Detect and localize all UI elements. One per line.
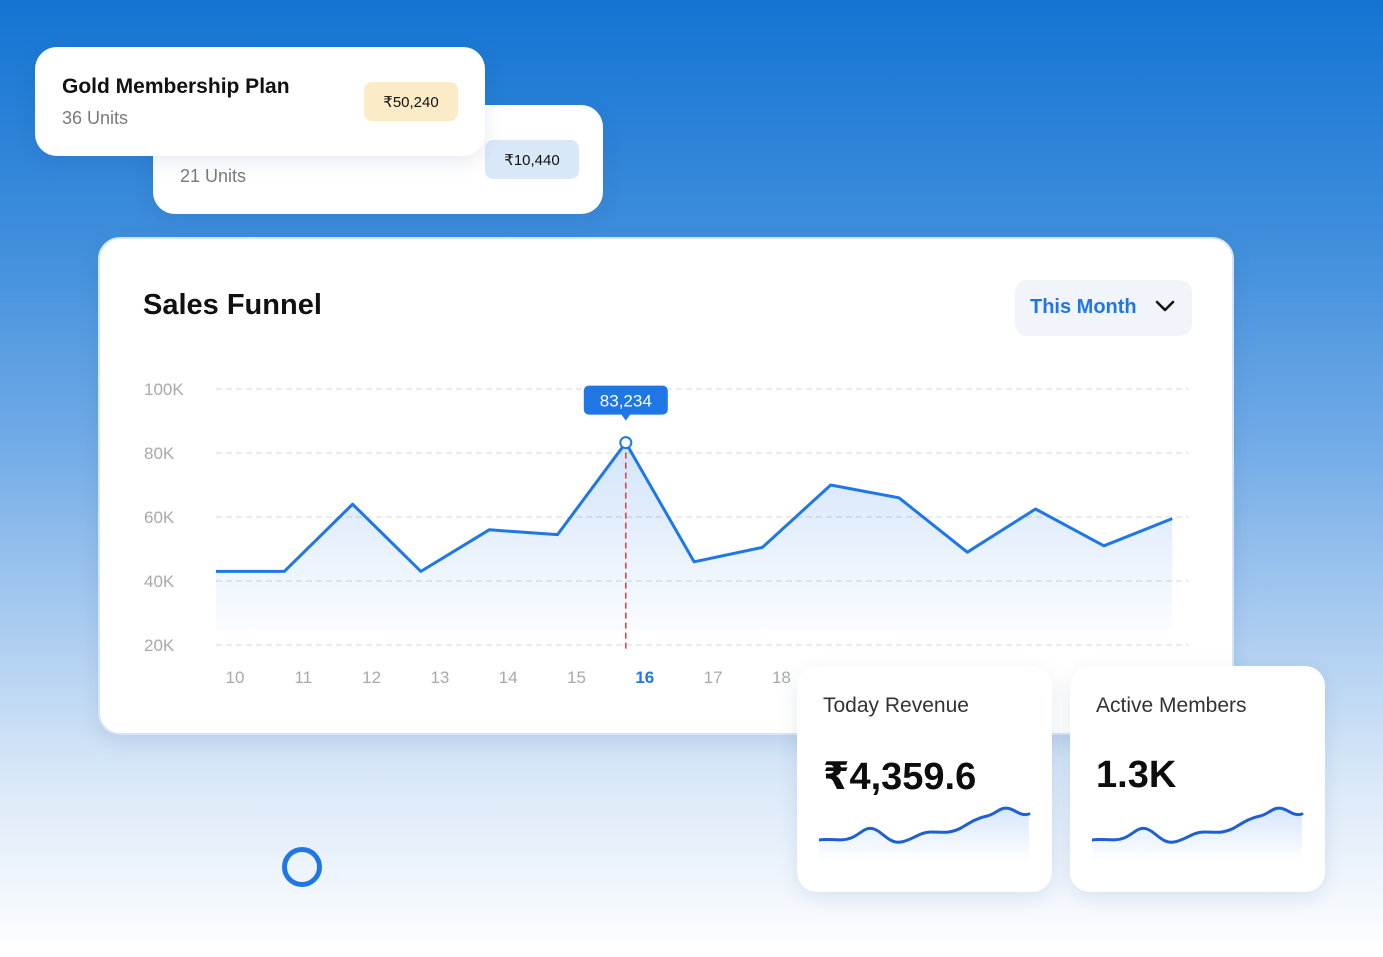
plan-price-badge: ₹10,440 [485, 140, 579, 179]
x-tick-label: 18 [772, 668, 791, 687]
active-members-card[interactable]: Active Members 1.3K [1070, 666, 1325, 892]
decorative-ring [282, 847, 322, 887]
y-tick-label: 60K [144, 508, 175, 527]
plan-card-gold[interactable]: Gold Membership Plan 36 Units ₹50,240 [35, 47, 485, 156]
stat-label: Active Members [1096, 694, 1247, 717]
tooltip-pointer [620, 413, 631, 421]
tooltip-value: 83,234 [600, 392, 652, 411]
stat-label: Today Revenue [823, 694, 969, 717]
y-tick-label: 100K [144, 380, 184, 399]
y-tick-label: 40K [144, 572, 175, 591]
y-tick-label: 20K [144, 636, 175, 655]
series-area [216, 442, 1173, 631]
x-tick-label: 11 [294, 668, 312, 687]
plan-units: 36 Units [62, 108, 129, 128]
plan-price-badge: ₹50,240 [364, 82, 458, 121]
stat-value: 1.3K [1096, 754, 1177, 796]
x-tick-label: 16 [635, 668, 654, 687]
revenue-sparkline [819, 806, 1031, 862]
x-tick-label: 15 [567, 668, 586, 687]
x-tick-label: 17 [704, 668, 723, 687]
sales-funnel-chart: 100K 80K 60K 40K 20K 83,234 10 11 12 13 14 15 16 17 18 [144, 380, 1188, 687]
y-tick-label: 80K [144, 444, 175, 463]
x-tick-label: 10 [226, 668, 245, 687]
x-tick-label: 12 [362, 668, 381, 687]
plan-units: 21 Units [180, 166, 247, 186]
x-tick-label: 14 [499, 668, 518, 687]
plan-title: Gold Membership Plan [62, 75, 290, 98]
x-tick-label: 13 [430, 668, 449, 687]
stat-value: ₹4,359.6 [823, 756, 977, 798]
sales-funnel-card: Sales Funnel This Month 100K 80K 60K 40K 20K… [98, 237, 1234, 735]
today-revenue-card[interactable]: Today Revenue ₹4,359.6 [797, 666, 1052, 892]
members-sparkline [1092, 806, 1304, 862]
highlight-point [619, 436, 633, 450]
